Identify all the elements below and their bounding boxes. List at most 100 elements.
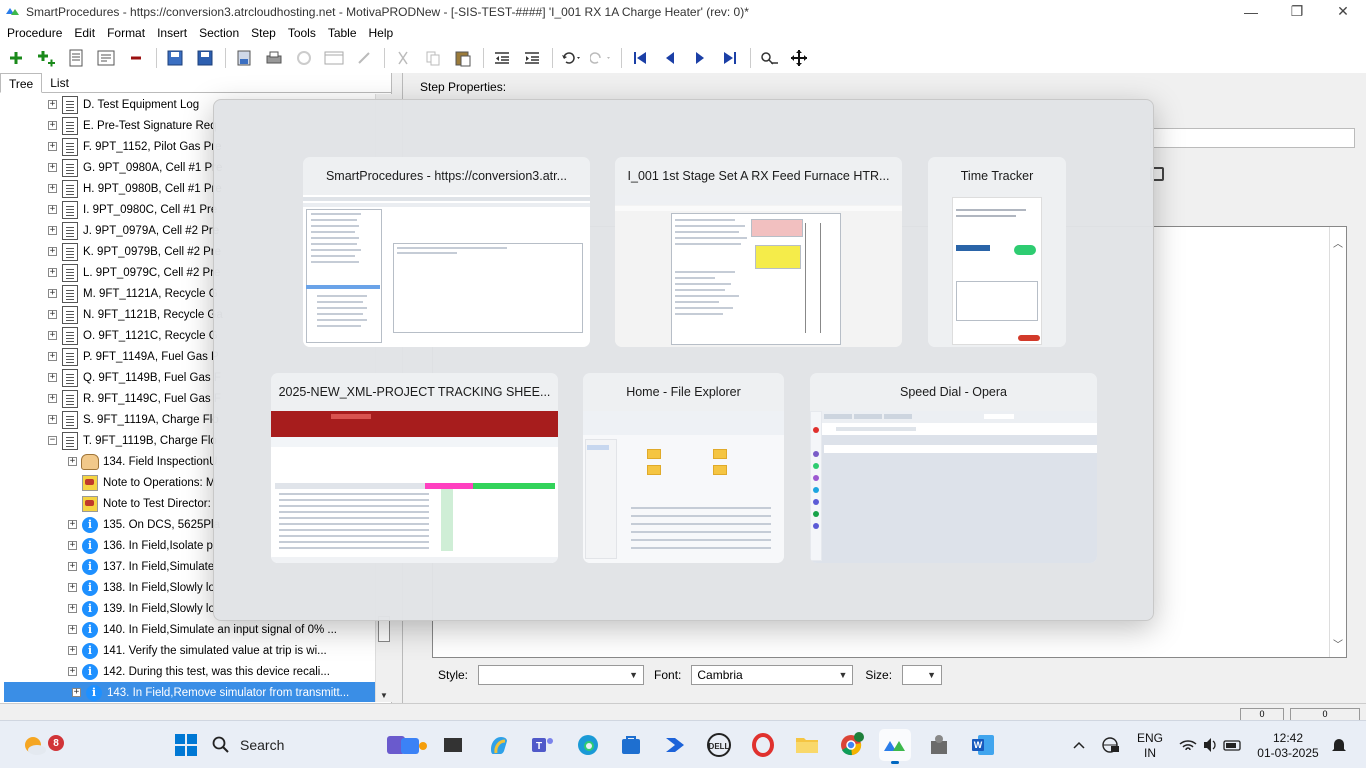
indent-list-icon[interactable]	[64, 46, 88, 70]
expand-icon[interactable]: +	[68, 604, 77, 613]
menu-edit[interactable]: Edit	[70, 26, 103, 40]
tab-tree[interactable]: Tree	[0, 73, 43, 93]
menu-table[interactable]: Table	[324, 26, 365, 40]
opera-icon[interactable]	[747, 729, 779, 761]
properties-icon[interactable]	[94, 46, 118, 70]
window-icon[interactable]	[322, 46, 346, 70]
expand-icon[interactable]: +	[48, 415, 57, 424]
redo-icon[interactable]	[589, 46, 613, 70]
expand-icon[interactable]: +	[48, 331, 57, 340]
expand-icon[interactable]: +	[68, 520, 77, 529]
menu-tools[interactable]: Tools	[284, 26, 324, 40]
expand-icon[interactable]: +	[48, 373, 57, 382]
switcher-card-time-tracker[interactable]: Time Tracker	[928, 157, 1066, 347]
switcher-card-file-explorer[interactable]: Home - File Explorer	[583, 373, 784, 563]
expand-icon[interactable]: +	[68, 646, 77, 655]
photos-icon[interactable]	[375, 729, 433, 761]
menu-section[interactable]: Section	[195, 26, 247, 40]
add-icon[interactable]	[4, 46, 28, 70]
tree-item[interactable]: + i 143. In Field,Remove simulator from tr…	[4, 682, 375, 702]
expand-icon[interactable]: +	[48, 226, 57, 235]
expand-icon[interactable]: +	[68, 541, 77, 550]
expand-icon[interactable]: +	[68, 583, 77, 592]
expand-icon[interactable]: +	[48, 142, 57, 151]
clock[interactable]: 12:42 01-03-2025	[1254, 731, 1322, 761]
copy-icon[interactable]	[421, 46, 445, 70]
font-select[interactable]: Cambria ▼	[691, 665, 854, 685]
remove-icon[interactable]	[124, 46, 148, 70]
editor-scrollbar[interactable]: ︿ ﹀	[1329, 227, 1346, 657]
expand-icon[interactable]: +	[48, 394, 57, 403]
indent-icon[interactable]	[520, 46, 544, 70]
size-select[interactable]: ▼	[902, 665, 943, 685]
spell-check-icon[interactable]	[292, 46, 316, 70]
terminal-icon[interactable]	[437, 729, 469, 761]
expand-icon[interactable]: +	[48, 247, 57, 256]
expand-icon[interactable]: +	[48, 121, 57, 130]
next-icon[interactable]	[688, 46, 712, 70]
tree-item[interactable]: + i 141. Verify the simulated value at tri…	[0, 640, 375, 661]
switcher-card-smartprocedures[interactable]: SmartProcedures - https://conversion3.at…	[303, 157, 590, 347]
switcher-card-word-document[interactable]: I_001 1st Stage Set A RX Feed Furnace HT…	[615, 157, 902, 347]
language-indicator[interactable]: ENG IN	[1134, 731, 1166, 761]
paste-icon[interactable]	[451, 46, 475, 70]
print-icon[interactable]	[262, 46, 286, 70]
tree-item[interactable]: + i 142. During this test, was this device…	[0, 661, 375, 682]
tab-list[interactable]: List	[42, 73, 77, 92]
dell-icon[interactable]: DELL	[703, 729, 735, 761]
expand-icon[interactable]: +	[48, 289, 57, 298]
edge-icon[interactable]	[572, 729, 604, 761]
quick-settings[interactable]	[1176, 729, 1246, 761]
chevron-up-icon[interactable]	[1068, 729, 1090, 761]
expand-icon[interactable]: +	[48, 268, 57, 277]
expand-icon[interactable]: +	[48, 205, 57, 214]
network-vpn-icon[interactable]	[1098, 729, 1124, 761]
notification-bell-icon[interactable]	[1326, 729, 1352, 761]
widgets-icon[interactable]: 8	[18, 729, 64, 761]
expand-icon[interactable]: +	[48, 163, 57, 172]
expand-icon[interactable]: +	[48, 184, 57, 193]
add-child-icon[interactable]	[34, 46, 58, 70]
switcher-card-spreadsheet[interactable]: 2025-NEW_XML-PROJECT TRACKING SHEE...	[271, 373, 558, 563]
maximize-button[interactable]: ❐	[1274, 0, 1320, 23]
expand-icon[interactable]: +	[68, 457, 77, 466]
tools-icon[interactable]	[352, 46, 376, 70]
menu-format[interactable]: Format	[103, 26, 153, 40]
move-icon[interactable]	[787, 46, 811, 70]
close-button[interactable]: ✕	[1320, 0, 1366, 23]
tree-item[interactable]: + i 140. In Field,Simulate an input signal…	[0, 619, 375, 640]
expand-icon[interactable]: +	[68, 667, 77, 676]
menu-procedure[interactable]: Procedure	[3, 26, 70, 40]
copilot-icon[interactable]	[483, 729, 515, 761]
chrome-icon[interactable]	[835, 729, 867, 761]
switcher-card-opera[interactable]: Speed Dial - Opera	[810, 373, 1097, 563]
expand-icon[interactable]: +	[68, 562, 77, 571]
file-explorer-icon[interactable]	[791, 729, 823, 761]
store-icon[interactable]	[615, 729, 647, 761]
expand-icon[interactable]: +	[48, 100, 57, 109]
menu-help[interactable]: Help	[365, 26, 402, 40]
cut-icon[interactable]	[391, 46, 415, 70]
first-icon[interactable]	[628, 46, 652, 70]
word-icon[interactable]: W	[967, 729, 999, 761]
scroll-down-icon[interactable]: ▼	[380, 691, 388, 700]
expand-icon[interactable]: +	[48, 310, 57, 319]
expand-icon[interactable]: +	[72, 688, 81, 697]
undo-icon[interactable]	[559, 46, 583, 70]
outdent-icon[interactable]	[490, 46, 514, 70]
windows-start-icon[interactable]	[170, 729, 202, 761]
last-icon[interactable]	[718, 46, 742, 70]
print-preview-icon[interactable]	[232, 46, 256, 70]
menu-insert[interactable]: Insert	[153, 26, 195, 40]
time-tracker-icon[interactable]	[923, 729, 955, 761]
scroll-up-icon[interactable]: ︿	[1333, 235, 1343, 250]
expand-icon[interactable]: +	[48, 352, 57, 361]
power-automate-icon[interactable]	[659, 729, 691, 761]
smartprocedures-taskbar-icon[interactable]	[879, 729, 911, 764]
find-icon[interactable]	[757, 46, 781, 70]
minimize-button[interactable]: —	[1228, 0, 1274, 23]
style-select[interactable]: ▼	[478, 665, 645, 685]
expand-icon[interactable]: +	[68, 625, 77, 634]
save-all-icon[interactable]	[163, 46, 187, 70]
step-property-field[interactable]	[1150, 128, 1355, 148]
